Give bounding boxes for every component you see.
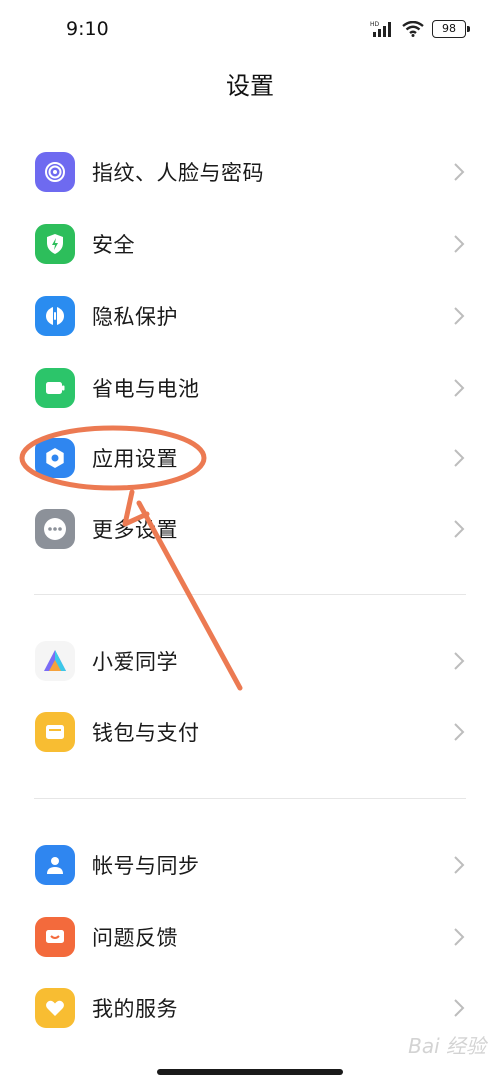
settings-item-feedback[interactable]: 问题反馈 bbox=[0, 901, 500, 973]
watermark: Bai 经验 bbox=[408, 1034, 486, 1058]
chevron-right-icon bbox=[454, 235, 465, 253]
chevron-right-icon bbox=[454, 163, 465, 181]
cellular-signal-icon: HD bbox=[370, 21, 391, 37]
settings-item-security[interactable]: 安全 bbox=[0, 208, 500, 280]
more-dots-icon bbox=[35, 509, 75, 549]
settings-item-label: 更多设置 bbox=[92, 518, 178, 542]
fingerprint-icon bbox=[35, 152, 75, 192]
battery-icon bbox=[35, 368, 75, 408]
battery-indicator: 98 bbox=[432, 20, 470, 38]
settings-item-label: 应用设置 bbox=[92, 447, 178, 471]
settings-item-privacy[interactable]: 隐私保护 bbox=[0, 280, 500, 352]
settings-item-label: 指纹、人脸与密码 bbox=[92, 161, 264, 185]
settings-item-label: 我的服务 bbox=[92, 997, 178, 1021]
feedback-icon bbox=[35, 917, 75, 957]
section-divider bbox=[34, 798, 466, 799]
chevron-right-icon bbox=[454, 379, 465, 397]
settings-item-battery[interactable]: 省电与电池 bbox=[0, 352, 500, 424]
network-type-label: HD bbox=[370, 21, 380, 28]
privacy-icon bbox=[35, 296, 75, 336]
section-divider bbox=[34, 594, 466, 595]
chevron-right-icon bbox=[454, 999, 465, 1017]
settings-item-account-sync[interactable]: 帐号与同步 bbox=[0, 829, 500, 901]
shield-bolt-icon bbox=[35, 224, 75, 264]
settings-item-label: 隐私保护 bbox=[92, 305, 178, 329]
home-indicator[interactable] bbox=[157, 1069, 343, 1075]
settings-item-label: 小爱同学 bbox=[92, 650, 178, 674]
account-icon bbox=[35, 845, 75, 885]
chevron-right-icon bbox=[454, 856, 465, 874]
page-title: 设置 bbox=[226, 72, 274, 100]
heart-icon bbox=[35, 988, 75, 1028]
assistant-icon bbox=[35, 641, 75, 681]
settings-item-wallet[interactable]: 钱包与支付 bbox=[0, 696, 500, 768]
status-time: 9:10 bbox=[66, 18, 109, 40]
settings-item-more-settings[interactable]: 更多设置 bbox=[0, 493, 500, 565]
chevron-right-icon bbox=[454, 307, 465, 325]
chevron-right-icon bbox=[454, 652, 465, 670]
settings-item-label: 安全 bbox=[92, 233, 135, 257]
chevron-right-icon bbox=[454, 928, 465, 946]
gear-icon bbox=[35, 438, 75, 478]
status-icons: HD 98 bbox=[370, 20, 470, 38]
settings-item-label: 问题反馈 bbox=[92, 926, 178, 950]
settings-item-label: 钱包与支付 bbox=[92, 721, 200, 745]
wifi-icon bbox=[402, 21, 424, 37]
settings-item-label: 省电与电池 bbox=[92, 377, 200, 401]
chevron-right-icon bbox=[454, 520, 465, 538]
chevron-right-icon bbox=[454, 723, 465, 741]
wallet-icon bbox=[35, 712, 75, 752]
status-bar: 9:10 HD 98 bbox=[0, 0, 500, 60]
chevron-right-icon bbox=[454, 449, 465, 467]
settings-item-xiaoai[interactable]: 小爱同学 bbox=[0, 625, 500, 697]
settings-item-app-settings[interactable]: 应用设置 bbox=[0, 422, 500, 494]
settings-item-label: 帐号与同步 bbox=[92, 854, 200, 878]
settings-item-fingerprint-face-password[interactable]: 指纹、人脸与密码 bbox=[0, 136, 500, 208]
